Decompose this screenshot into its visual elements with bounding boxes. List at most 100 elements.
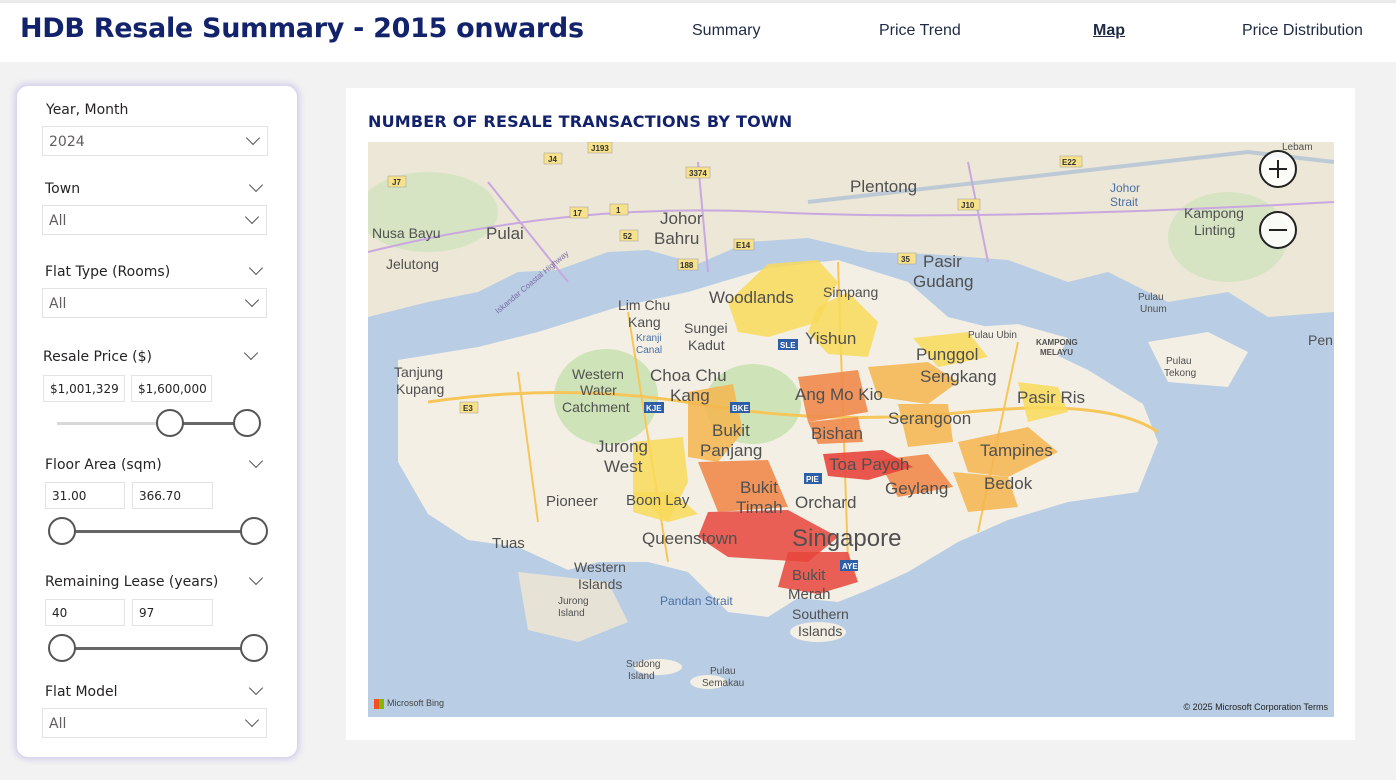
label-tanjung-kupang-2: Kupang bbox=[396, 381, 444, 397]
chevron-down-icon bbox=[244, 712, 260, 728]
label-western-islands-2: Islands bbox=[578, 576, 622, 592]
label-bukit-merah-2: Merah bbox=[788, 586, 831, 603]
svg-text:PIE: PIE bbox=[806, 475, 820, 484]
svg-text:E22: E22 bbox=[1062, 158, 1077, 167]
label-pulau-tekong-2: Tekong bbox=[1164, 368, 1196, 379]
tab-map[interactable]: Map bbox=[1093, 22, 1125, 40]
label-jelutong: Jelutong bbox=[386, 256, 439, 272]
map-visual-card: NUMBER OF RESALE TRANSACTIONS BY TOWN Pl… bbox=[346, 88, 1355, 740]
resale-price-label: Resale Price ($) bbox=[43, 349, 152, 365]
svg-text:J4: J4 bbox=[548, 155, 557, 164]
svg-text:E14: E14 bbox=[736, 241, 751, 250]
resale-price-max-input[interactable]: $1,600,000 bbox=[131, 375, 212, 402]
flat-model-dropdown[interactable]: All bbox=[42, 708, 267, 738]
town-collapse-chevron-icon[interactable] bbox=[248, 177, 264, 193]
remaining-lease-max-input[interactable]: 97 bbox=[132, 599, 213, 626]
map-canvas[interactable]: Plentong Johor Bahru Pulai Nusa Bayu Jel… bbox=[368, 142, 1334, 717]
chevron-down-icon bbox=[245, 130, 261, 146]
flat-type-value: All bbox=[49, 296, 67, 312]
tab-summary[interactable]: Summary bbox=[692, 22, 760, 40]
label-sudong-island-2: Island bbox=[628, 671, 655, 682]
pulau-tekong bbox=[1148, 332, 1248, 387]
floor-area-slider-range[interactable] bbox=[62, 530, 254, 533]
label-sungei-kadut: Sungei bbox=[684, 320, 728, 336]
tab-price-trend[interactable]: Price Trend bbox=[879, 22, 961, 40]
flat-type-dropdown[interactable]: All bbox=[42, 288, 267, 318]
label-pulau-unum-2: Unum bbox=[1140, 304, 1167, 315]
label-pen: Pen bbox=[1308, 332, 1333, 348]
label-kampong-linting-2: Linting bbox=[1194, 222, 1235, 238]
floor-area-min-input[interactable]: 31.00 bbox=[45, 482, 125, 509]
page-title: HDB Resale Summary - 2015 onwards bbox=[20, 13, 584, 44]
town-label: Town bbox=[45, 181, 81, 197]
svg-text:3374: 3374 bbox=[689, 169, 707, 178]
microsoft-logo-icon bbox=[374, 699, 384, 709]
town-dropdown[interactable]: All bbox=[42, 205, 267, 235]
svg-text:52: 52 bbox=[623, 232, 632, 241]
label-johor-strait: Johor bbox=[1110, 181, 1140, 195]
zoom-in-button[interactable] bbox=[1259, 150, 1297, 188]
remaining-lease-slider-range[interactable] bbox=[62, 647, 254, 650]
floor-area-min-handle[interactable] bbox=[48, 517, 76, 545]
tab-price-distribution[interactable]: Price Distribution bbox=[1242, 22, 1363, 40]
svg-text:BKE: BKE bbox=[732, 404, 750, 413]
label-choa-chu-kang-2: Kang bbox=[670, 386, 710, 405]
floor-area-max-input[interactable]: 366.70 bbox=[132, 482, 213, 509]
label-toa-payoh: Toa Payoh bbox=[829, 455, 909, 474]
remaining-lease-min-handle[interactable] bbox=[48, 634, 76, 662]
label-bedok: Bedok bbox=[984, 474, 1033, 493]
label-tanjung-kupang: Tanjung bbox=[394, 364, 443, 380]
copyright-terms-link[interactable]: © 2025 Microsoft Corporation Terms bbox=[1183, 702, 1328, 712]
label-pandan-strait: Pandan Strait bbox=[660, 594, 733, 608]
svg-text:17: 17 bbox=[573, 209, 582, 218]
label-tuas: Tuas bbox=[492, 535, 525, 552]
svg-text:SLE: SLE bbox=[780, 341, 796, 350]
label-pasir-gudang-2: Gudang bbox=[913, 272, 974, 291]
year-month-dropdown[interactable]: 2024 bbox=[42, 126, 268, 156]
flat-model-value: All bbox=[49, 716, 67, 732]
label-geylang: Geylang bbox=[885, 479, 948, 498]
label-pulau-ubin: Pulau Ubin bbox=[968, 330, 1017, 341]
remaining-lease-max-handle[interactable] bbox=[240, 634, 268, 662]
resale-price-max-handle[interactable] bbox=[233, 409, 261, 437]
resale-price-slider-track[interactable] bbox=[57, 422, 170, 425]
label-southern-islands-2: Islands bbox=[798, 623, 842, 639]
svg-text:188: 188 bbox=[680, 261, 694, 270]
remaining-lease-min-input[interactable]: 40 bbox=[45, 599, 125, 626]
label-bukit-panjang: Bukit bbox=[712, 421, 750, 440]
label-bukit-merah: Bukit bbox=[792, 567, 826, 584]
floor-area-collapse-chevron-icon[interactable] bbox=[248, 453, 264, 469]
svg-text:35: 35 bbox=[901, 255, 910, 264]
resale-price-collapse-chevron-icon[interactable] bbox=[243, 345, 259, 361]
label-pasir-gudang: Pasir bbox=[923, 252, 962, 271]
remaining-lease-label: Remaining Lease (years) bbox=[45, 574, 219, 590]
filter-panel: Year, Month 2024 Town All Flat Type (Roo… bbox=[16, 85, 298, 758]
label-orchard: Orchard bbox=[795, 493, 856, 512]
label-johor-strait-2: Strait bbox=[1110, 195, 1139, 209]
label-bukit-panjang-2: Panjang bbox=[700, 441, 762, 460]
flat-model-label: Flat Model bbox=[45, 684, 118, 700]
top-header: HDB Resale Summary - 2015 onwards Summar… bbox=[0, 0, 1396, 62]
label-lim-chu-kang-2: Kang bbox=[628, 314, 661, 330]
resale-price-min-input[interactable]: $1,001,329 bbox=[43, 375, 125, 402]
label-pulau-tekong: Pulau bbox=[1166, 356, 1192, 367]
town-value: All bbox=[49, 213, 67, 229]
zoom-out-button[interactable] bbox=[1259, 211, 1297, 249]
label-pulau-unum: Pulau bbox=[1138, 292, 1164, 303]
bing-label: Microsoft Bing bbox=[387, 698, 445, 709]
svg-text:E3: E3 bbox=[463, 404, 473, 413]
label-southern-islands: Southern bbox=[792, 606, 849, 622]
label-jurong-west-2: West bbox=[604, 457, 643, 476]
label-western-water-3: Catchment bbox=[562, 399, 630, 415]
label-jurong-island: Jurong bbox=[558, 596, 589, 607]
resale-price-min-handle[interactable] bbox=[156, 409, 184, 437]
label-sudong-island: Sudong bbox=[626, 659, 660, 670]
svg-text:J193: J193 bbox=[591, 144, 609, 153]
label-tampines: Tampines bbox=[980, 441, 1053, 460]
label-western-water: Western bbox=[572, 366, 624, 382]
label-woodlands: Woodlands bbox=[709, 288, 794, 307]
flat-type-collapse-chevron-icon[interactable] bbox=[248, 260, 264, 276]
flat-model-collapse-chevron-icon[interactable] bbox=[248, 680, 264, 696]
floor-area-max-handle[interactable] bbox=[240, 517, 268, 545]
remaining-lease-collapse-chevron-icon[interactable] bbox=[248, 570, 264, 586]
